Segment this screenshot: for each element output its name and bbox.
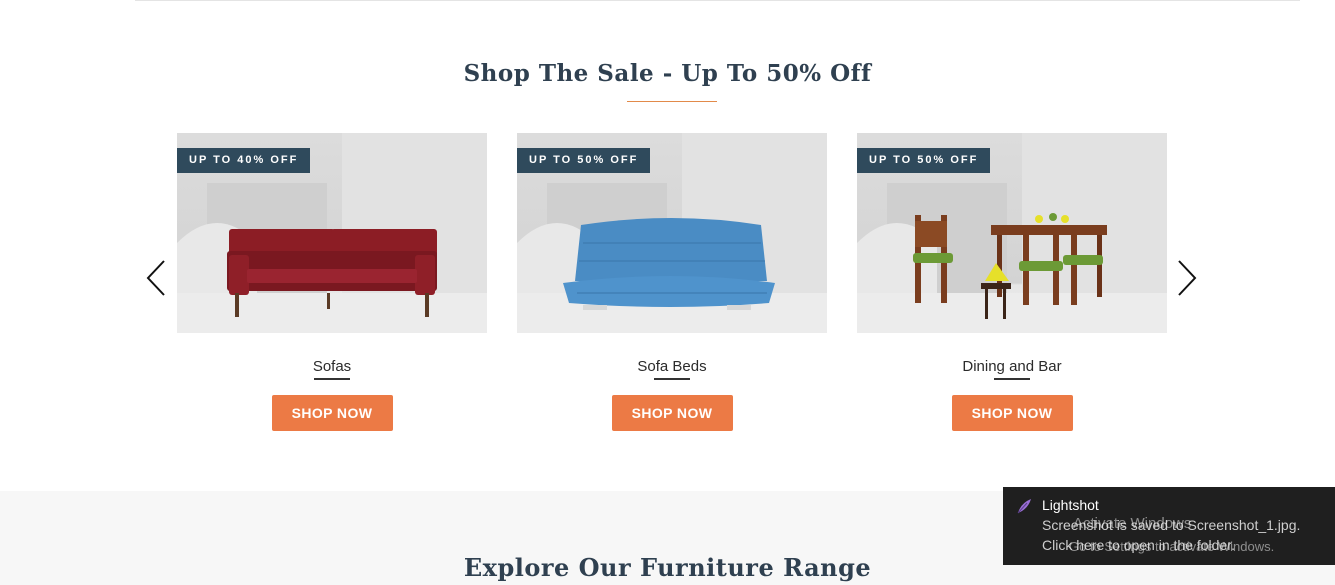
category-name[interactable]: Sofa Beds <box>517 358 827 375</box>
category-name-underline <box>314 378 350 380</box>
carousel-prev-button[interactable] <box>142 258 172 298</box>
feather-icon <box>1015 497 1033 515</box>
chevron-left-icon <box>146 260 165 296</box>
category-name-underline <box>654 378 690 380</box>
sale-title-underline <box>627 101 717 102</box>
discount-badge: UP TO 40% OFF <box>177 148 311 173</box>
dining-set-image[interactable]: UP TO 50% OFF <box>857 133 1167 333</box>
carousel-next-button[interactable] <box>1171 258 1201 298</box>
shop-now-button[interactable]: SHOP NOW <box>271 395 393 431</box>
discount-badge: UP TO 50% OFF <box>857 148 991 173</box>
lightshot-notification[interactable]: Lightshot Screenshot is saved to Screens… <box>1003 487 1335 565</box>
sale-section-title: Shop The Sale - Up To 50% Off <box>463 60 872 87</box>
chevron-right-icon <box>1178 260 1197 296</box>
category-name[interactable]: Sofas <box>177 358 487 375</box>
notification-app-name: Lightshot <box>1042 497 1099 513</box>
product-card-sofas: UP TO 40% OFF Sofas SHOP NOW <box>177 133 487 431</box>
top-divider <box>135 0 1300 1</box>
discount-badge: UP TO 50% OFF <box>517 148 651 173</box>
shop-now-button[interactable]: SHOP NOW <box>951 395 1073 431</box>
activate-windows-hint: Go to Settings to activate Windows. <box>1069 539 1275 554</box>
category-name-underline <box>994 378 1030 380</box>
red-sofa-image[interactable]: UP TO 40% OFF <box>177 133 487 333</box>
category-name[interactable]: Dining and Bar <box>857 358 1167 375</box>
blue-sofa-bed-image[interactable]: UP TO 50% OFF <box>517 133 827 333</box>
product-card-dining-and-bar: UP TO 50% OFF Dining and Bar SHOP NOW <box>857 133 1167 431</box>
product-card-sofa-beds: UP TO 50% OFF Sofa Beds SHOP NOW <box>517 133 827 431</box>
shop-now-button[interactable]: SHOP NOW <box>611 395 733 431</box>
activate-windows-watermark: Activate Windows <box>1073 515 1192 532</box>
